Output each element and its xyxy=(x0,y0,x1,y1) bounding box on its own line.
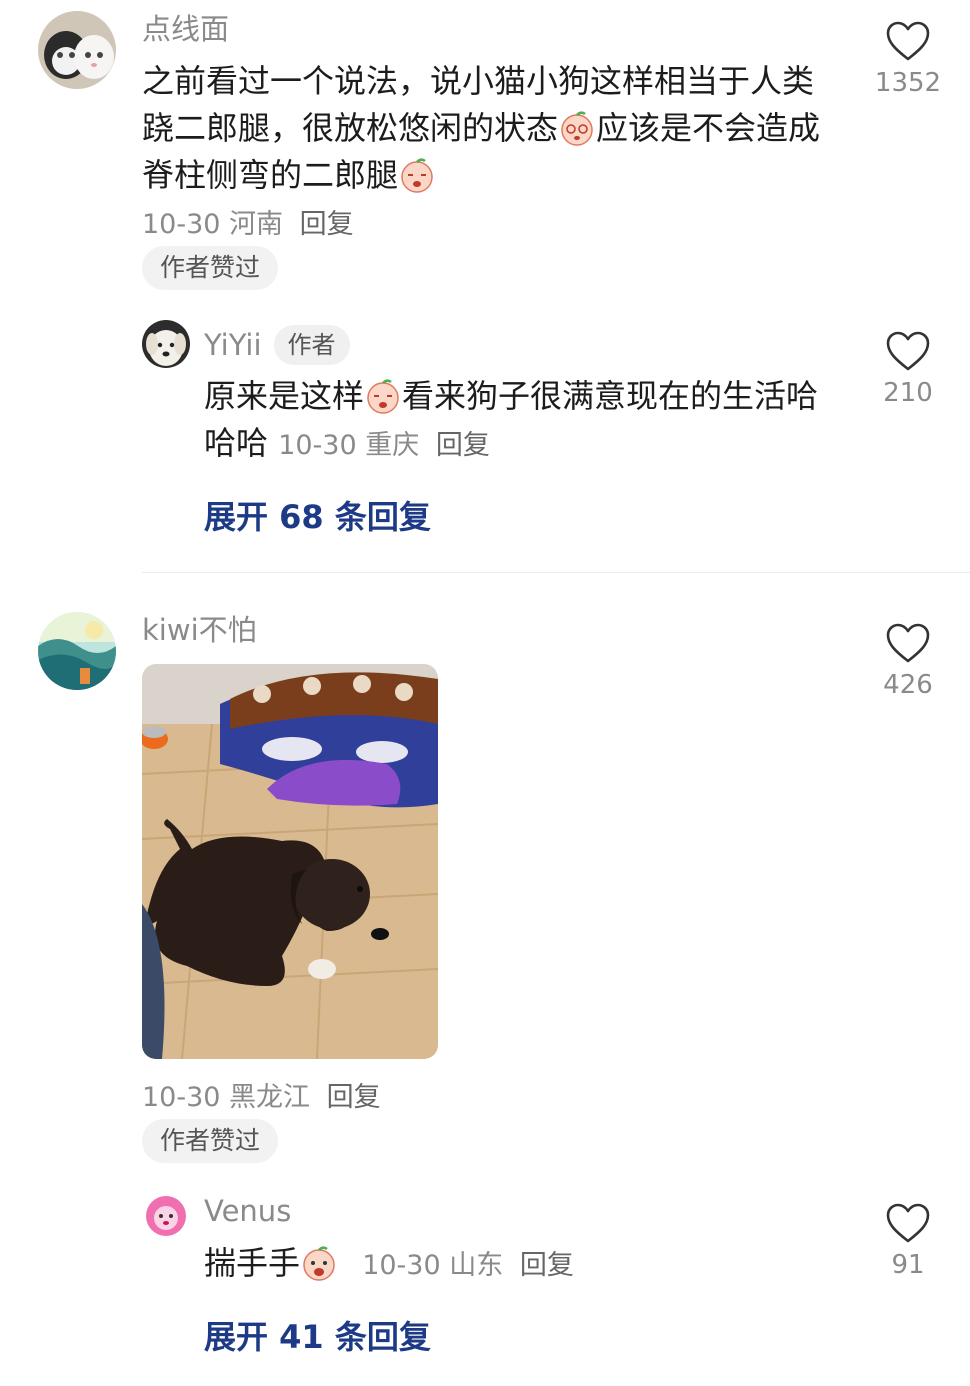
comment-date: 10-30 xyxy=(142,1082,221,1113)
peach-face-emoji-icon xyxy=(399,157,435,193)
peach-face-emoji-icon xyxy=(301,1245,337,1281)
reply-text-part: 原来是这样 xyxy=(204,377,365,415)
reply-date: 10-30 xyxy=(278,430,357,461)
like-count: 1352 xyxy=(874,68,942,98)
like-count: 210 xyxy=(883,378,933,408)
like-button[interactable]: 91 xyxy=(868,1202,948,1280)
user-avatar[interactable] xyxy=(38,11,116,89)
expand-replies-button[interactable]: 展开 41 条回复 xyxy=(204,1312,431,1358)
comment-username[interactable]: 点线面 xyxy=(142,12,229,46)
user-avatar[interactable] xyxy=(38,612,116,690)
heart-outline-icon xyxy=(886,21,930,61)
peach-face-emoji-icon xyxy=(365,378,401,414)
comment-location: 黑龙江 xyxy=(229,1082,311,1113)
heart-outline-icon xyxy=(886,331,930,371)
reply-text: 揣手手 10-30 山东 回复 xyxy=(204,1240,824,1289)
like-button[interactable]: 1352 xyxy=(868,20,948,98)
comment-date: 10-30 xyxy=(142,209,221,240)
comment-meta: 10-30 黑龙江 回复 xyxy=(142,1075,381,1114)
comment-text: 之前看过一个说法，说小猫小狗这样相当于人类跷二郎腿，很放松悠闲的状态 应该是不会造… xyxy=(142,58,832,199)
reply-text-part: 揣手手 xyxy=(204,1244,301,1282)
comment-meta: 10-30 河南 回复 xyxy=(142,202,354,241)
reply-text: 原来是这样 看来狗子很满意现在的生活哈哈哈 10-30 重庆 回复 xyxy=(204,373,824,469)
reply-meta: 10-30 重庆 回复 xyxy=(278,430,490,461)
peach-face-emoji-icon xyxy=(559,110,595,146)
reply-username[interactable]: YiYii 作者 xyxy=(204,325,350,365)
reply-meta: 10-30 山东 回复 xyxy=(362,1250,574,1281)
author-liked-badge: 作者赞过 xyxy=(142,1119,279,1163)
comment-photo[interactable] xyxy=(142,664,438,1059)
reply-button[interactable]: 回复 xyxy=(327,1082,381,1113)
like-button[interactable]: 426 xyxy=(868,622,948,700)
heart-outline-icon xyxy=(886,1203,930,1243)
heart-outline-icon xyxy=(886,623,930,663)
reply-username-text[interactable]: YiYii xyxy=(204,328,262,362)
reply-location: 山东 xyxy=(449,1250,504,1281)
comment-username[interactable]: kiwi不怕 xyxy=(142,613,257,647)
reply-date: 10-30 xyxy=(362,1250,441,1281)
reply-avatar[interactable] xyxy=(142,320,190,368)
like-count: 426 xyxy=(883,670,933,700)
like-count: 91 xyxy=(891,1250,925,1280)
author-tag: 作者 xyxy=(273,325,350,365)
comment-location: 河南 xyxy=(229,209,284,240)
reply-button[interactable]: 回复 xyxy=(436,430,490,461)
reply-avatar[interactable] xyxy=(142,1192,190,1240)
reply-button[interactable]: 回复 xyxy=(520,1250,574,1281)
reply-username[interactable]: Venus xyxy=(204,1194,291,1228)
reply-button[interactable]: 回复 xyxy=(300,209,354,240)
like-button[interactable]: 210 xyxy=(868,330,948,408)
author-liked-badge: 作者赞过 xyxy=(142,246,279,290)
expand-replies-button[interactable]: 展开 68 条回复 xyxy=(204,492,431,538)
divider xyxy=(142,572,970,573)
reply-location: 重庆 xyxy=(365,430,420,461)
